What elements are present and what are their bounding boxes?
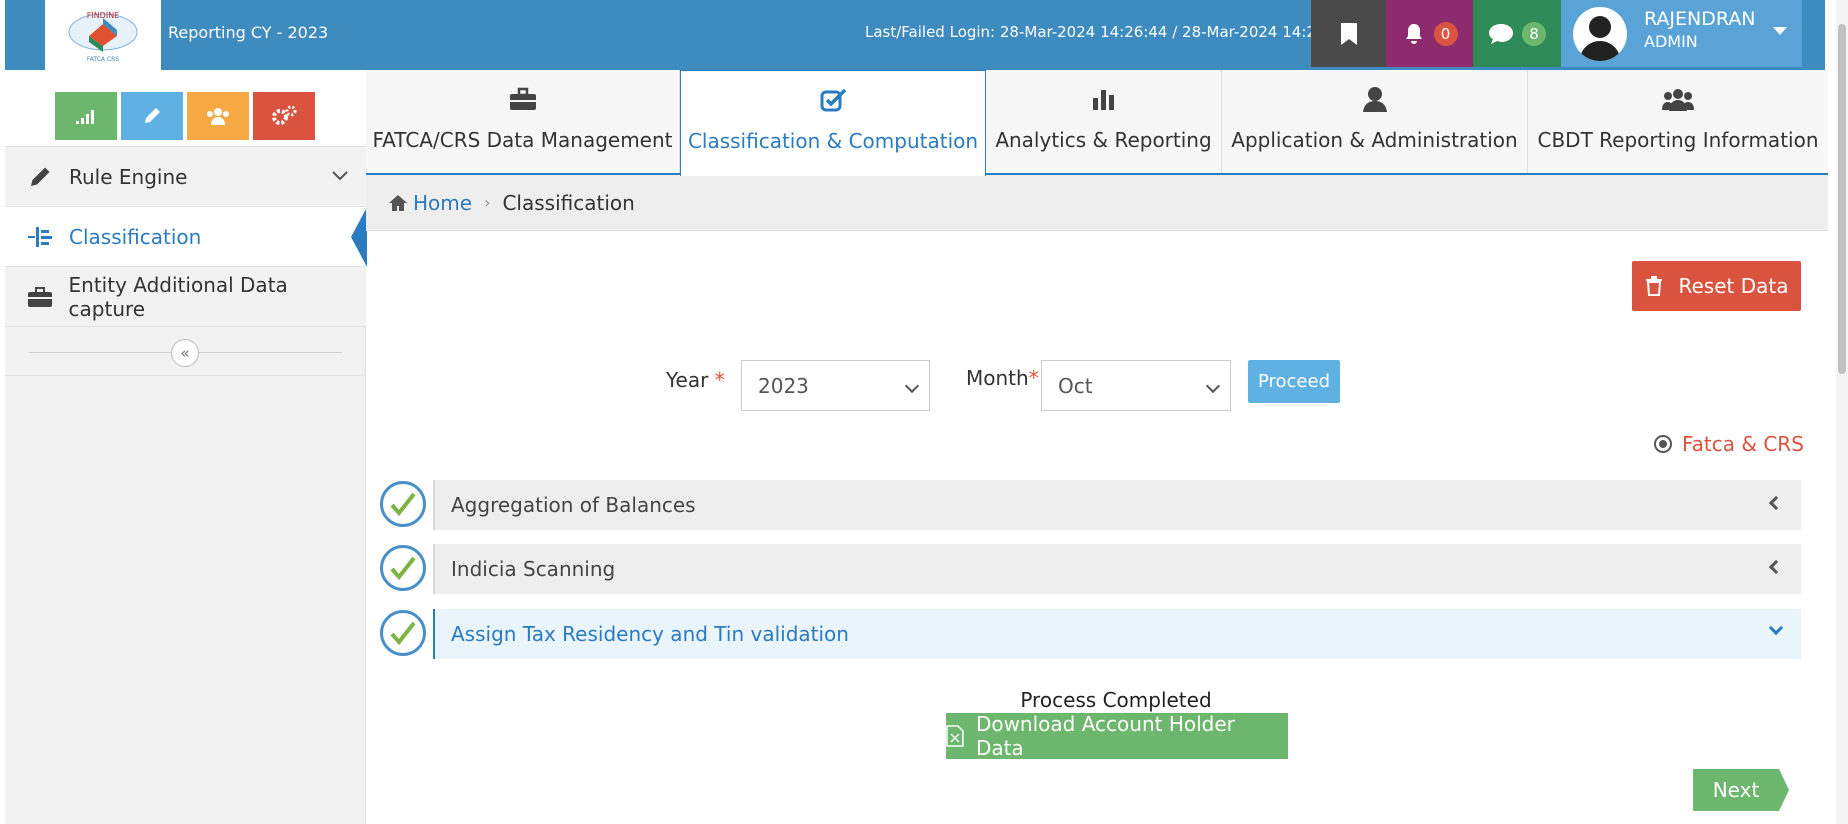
messages-count: 8	[1522, 21, 1546, 46]
notifications-button[interactable]: 0	[1386, 0, 1473, 67]
check-square-icon	[819, 85, 847, 115]
sidebar-collapse: «	[5, 328, 366, 376]
download-account-holder-data-button[interactable]: Download Account Holder Data	[946, 712, 1288, 760]
chevron-down-icon	[1205, 378, 1221, 394]
chevron-right-icon: ›	[484, 193, 491, 212]
briefcase-icon	[25, 286, 55, 308]
chevron-left-icon	[1768, 559, 1784, 575]
next-arrow-tip	[1779, 769, 1789, 811]
tab-analytics-reporting[interactable]: Analytics & Reporting	[986, 70, 1222, 173]
main-tabs: FATCA/CRS Data Management Classification…	[366, 70, 1828, 176]
chevron-down-icon	[904, 378, 920, 394]
user-icon	[1361, 84, 1389, 114]
top-header: FINDINE FATCA CRS Reporting CY - 2023 La…	[5, 0, 1825, 70]
chevron-down-icon[interactable]	[1773, 27, 1787, 35]
step-label: Indicia Scanning	[451, 557, 616, 581]
chevron-down-icon	[1768, 620, 1784, 636]
briefcase-icon	[509, 84, 537, 114]
month-select[interactable]: Oct	[1041, 360, 1231, 411]
step-label: Assign Tax Residency and Tin validation	[451, 622, 849, 646]
fatca-crs-option[interactable]: Fatca & CRS	[1654, 432, 1804, 456]
comment-icon	[1489, 23, 1513, 44]
month-value: Oct	[1058, 373, 1093, 398]
user-name: RAJENDRAN	[1644, 8, 1756, 30]
bookmark-icon	[1340, 22, 1357, 45]
excel-file-icon	[946, 725, 964, 747]
avatar	[1573, 7, 1627, 61]
user-menu[interactable]: RAJENDRAN ADMIN	[1561, 0, 1802, 67]
breadcrumb: Home › Classification	[366, 175, 1828, 231]
required-mark: *	[714, 368, 725, 392]
year-select[interactable]: 2023	[741, 360, 930, 411]
check-circle-icon	[380, 610, 426, 656]
double-chevron-left-icon[interactable]: «	[171, 339, 199, 367]
home-icon	[389, 194, 407, 211]
proceed-button[interactable]: Proceed	[1248, 360, 1340, 403]
month-label: Month*	[966, 366, 1039, 390]
tab-application-administration[interactable]: Application & Administration	[1222, 70, 1528, 173]
pencil-icon	[25, 165, 55, 189]
messages-button[interactable]: 8	[1473, 0, 1561, 67]
fatca-crs-label: Fatca & CRS	[1682, 432, 1804, 456]
sidebar-item-classification[interactable]: Classification	[5, 207, 367, 267]
tab-classification-computation[interactable]: Classification & Computation	[680, 70, 986, 176]
year-value: 2023	[758, 373, 809, 398]
users-icon[interactable]	[187, 92, 249, 140]
hierarchy-icon	[25, 225, 55, 249]
bookmark-button[interactable]	[1311, 0, 1386, 67]
year-label-text: Year	[666, 368, 709, 392]
findine-logo[interactable]: FINDINE FATCA CRS	[45, 0, 161, 70]
step-assign-tax-residency[interactable]: Assign Tax Residency and Tin validation	[433, 609, 1801, 659]
sidebar-item-label: Classification	[69, 224, 202, 249]
last-login-info: Last/Failed Login: 28-Mar-2024 14:26:44 …	[865, 23, 1350, 41]
gears-icon[interactable]	[253, 92, 315, 140]
process-status: Process Completed	[1020, 688, 1212, 712]
tab-data-management[interactable]: FATCA/CRS Data Management	[366, 70, 680, 173]
group-icon	[1662, 84, 1694, 114]
svg-text:FATCA CRS: FATCA CRS	[87, 56, 119, 63]
step-indicia-scanning[interactable]: Indicia Scanning	[433, 544, 1801, 594]
sidebar-item-entity-additional-data[interactable]: Entity Additional Data capture	[5, 267, 366, 327]
breadcrumb-home[interactable]: Home	[388, 191, 472, 215]
tab-label: Analytics & Reporting	[995, 128, 1212, 152]
scrollbar-thumb[interactable]	[1838, 24, 1846, 374]
download-label: Download Account Holder Data	[975, 712, 1235, 760]
check-circle-icon	[380, 481, 426, 527]
pencil-icon[interactable]	[121, 92, 183, 140]
tab-label: FATCA/CRS Data Management	[372, 128, 673, 152]
next-button[interactable]: Next	[1693, 769, 1779, 811]
required-mark: *	[1028, 366, 1039, 390]
month-label-text: Month	[966, 366, 1029, 390]
user-role: ADMIN	[1644, 32, 1698, 51]
tab-label: Application & Administration	[1231, 128, 1518, 152]
tab-label: CBDT Reporting Information	[1537, 128, 1819, 152]
bar-chart-icon	[1091, 84, 1117, 114]
scrollbar[interactable]	[1836, 0, 1848, 824]
check-circle-icon	[380, 545, 426, 591]
sidebar: Rule Engine Classification Entity Additi…	[5, 70, 367, 824]
trash-icon	[1645, 276, 1662, 296]
step-aggregation-of-balances[interactable]: Aggregation of Balances	[433, 480, 1801, 530]
quick-buttons	[5, 70, 366, 147]
sidebar-item-label: Rule Engine	[69, 164, 188, 189]
year-label: Year *	[666, 368, 725, 392]
notifications-count: 0	[1433, 21, 1458, 46]
step-label: Aggregation of Balances	[451, 493, 696, 517]
tab-cbdt-reporting[interactable]: CBDT Reporting Information	[1528, 70, 1828, 173]
tab-label: Classification & Computation	[687, 129, 979, 153]
reset-data-label: Reset Data	[1678, 274, 1789, 298]
svg-text:FINDINE: FINDINE	[87, 11, 120, 20]
chevron-left-icon	[1768, 495, 1784, 511]
signal-icon[interactable]	[55, 92, 117, 140]
breadcrumb-home-label: Home	[413, 190, 473, 215]
bell-icon	[1405, 23, 1422, 44]
sidebar-item-label: Entity Additional Data capture	[68, 272, 288, 321]
sidebar-item-rule-engine[interactable]: Rule Engine	[5, 147, 366, 207]
reporting-year: Reporting CY - 2023	[168, 23, 329, 42]
active-indicator	[351, 207, 367, 267]
chevron-down-icon[interactable]	[332, 171, 348, 181]
radio-icon[interactable]	[1654, 435, 1672, 453]
breadcrumb-current: Classification	[502, 190, 635, 215]
reset-data-button[interactable]: Reset Data	[1632, 261, 1801, 311]
